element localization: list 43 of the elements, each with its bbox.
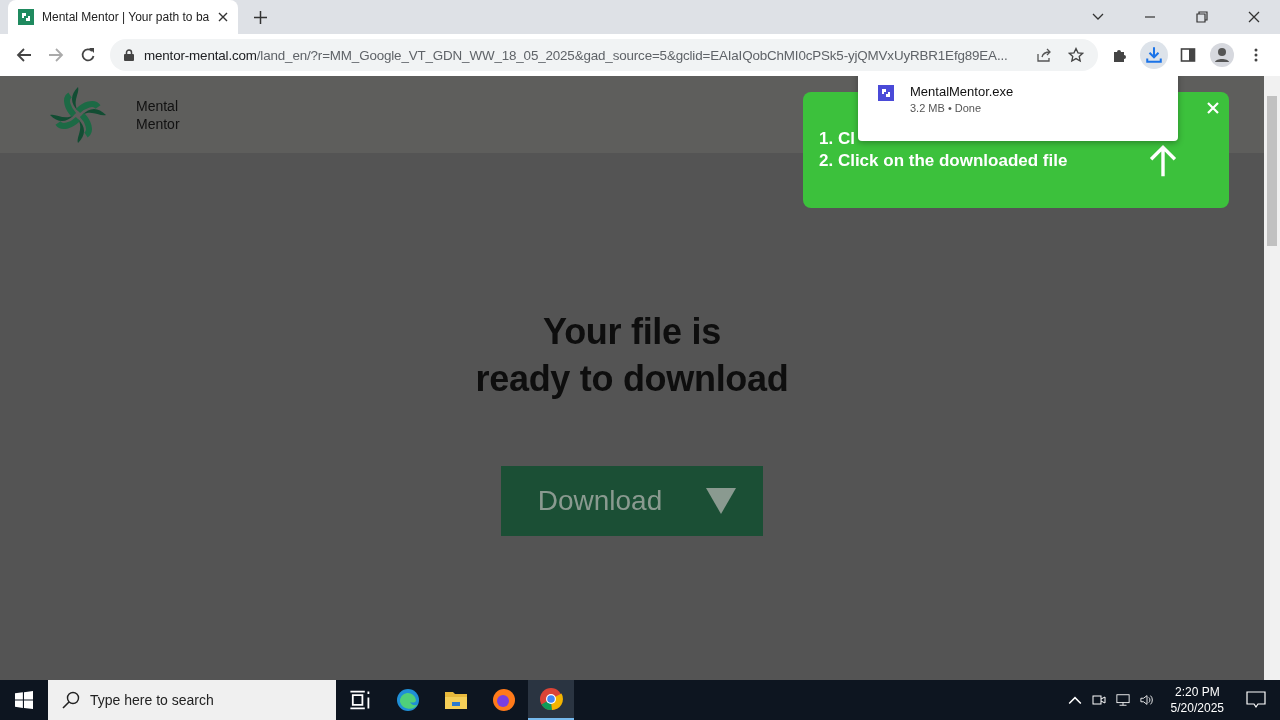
notification-icon[interactable] [1246,691,1266,709]
share-icon[interactable] [1036,47,1052,63]
edge-icon[interactable] [396,688,420,712]
close-icon[interactable] [218,12,228,22]
volume-icon[interactable] [1139,693,1154,707]
brand-name: Mentor [136,114,180,133]
headline: ready to download [475,357,789,401]
triangle-down-icon [706,488,737,514]
tab-title: Mental Mentor | Your path to ba [42,10,210,24]
download-status: 3.2 MB • Done [910,102,983,114]
search-field[interactable]: Type here to search [48,680,336,720]
download-icon [1145,46,1163,64]
lock-icon [124,49,134,61]
browser-tab[interactable]: Mental Mentor | Your path to ba [8,0,238,34]
search-icon [62,691,80,709]
profile-icon[interactable] [1210,43,1234,67]
star-icon[interactable] [1068,47,1084,63]
download-button[interactable] [1140,41,1168,69]
chrome-icon[interactable] [528,680,574,720]
reload-icon[interactable] [80,47,96,63]
file-icon [878,85,894,101]
windows-icon[interactable] [15,691,33,709]
url-text: mentor-mental.com/land_en/?r=MM_Google_VT_GDN_WW_18_05_2025&gad_source=5&gclid=EAIaIQobChMI0cPSk5-yjQMVxUyRBR1Efg89EA... [144,47,1009,63]
close-icon[interactable] [1248,11,1260,23]
file-name[interactable]: MentalMentor.exe [910,84,1014,99]
clock-time[interactable]: 2:20 PM [1174,684,1220,700]
scrollbar[interactable] [1264,76,1280,680]
instruction-step: 2. Click on the downloaded file [819,150,1068,172]
task-view-icon[interactable] [348,688,372,712]
brand-name: Mental [136,96,180,115]
new-tab-icon[interactable] [254,11,267,24]
clock-date[interactable]: 5/20/2025 [1170,700,1224,716]
camera-icon[interactable] [1091,693,1106,707]
network-icon[interactable] [1115,693,1130,707]
logo-icon [18,9,34,25]
side-panel-icon[interactable] [1180,47,1196,63]
firefox-icon[interactable] [492,688,516,712]
puzzle-icon[interactable] [1112,47,1128,63]
instruction-step: 1. Cl [819,128,855,150]
back-icon[interactable] [16,47,32,63]
address-bar[interactable]: mentor-mental.com/land_en/?r=MM_Google_VT_GDN_WW_18_05_2025&gad_source=5&gclid=EAIaIQobChMI0cPSk5-yjQMVxUyRBR1Efg89EA... [110,39,1098,71]
headline: Your file is [543,310,721,354]
restore-icon[interactable] [1196,11,1208,23]
